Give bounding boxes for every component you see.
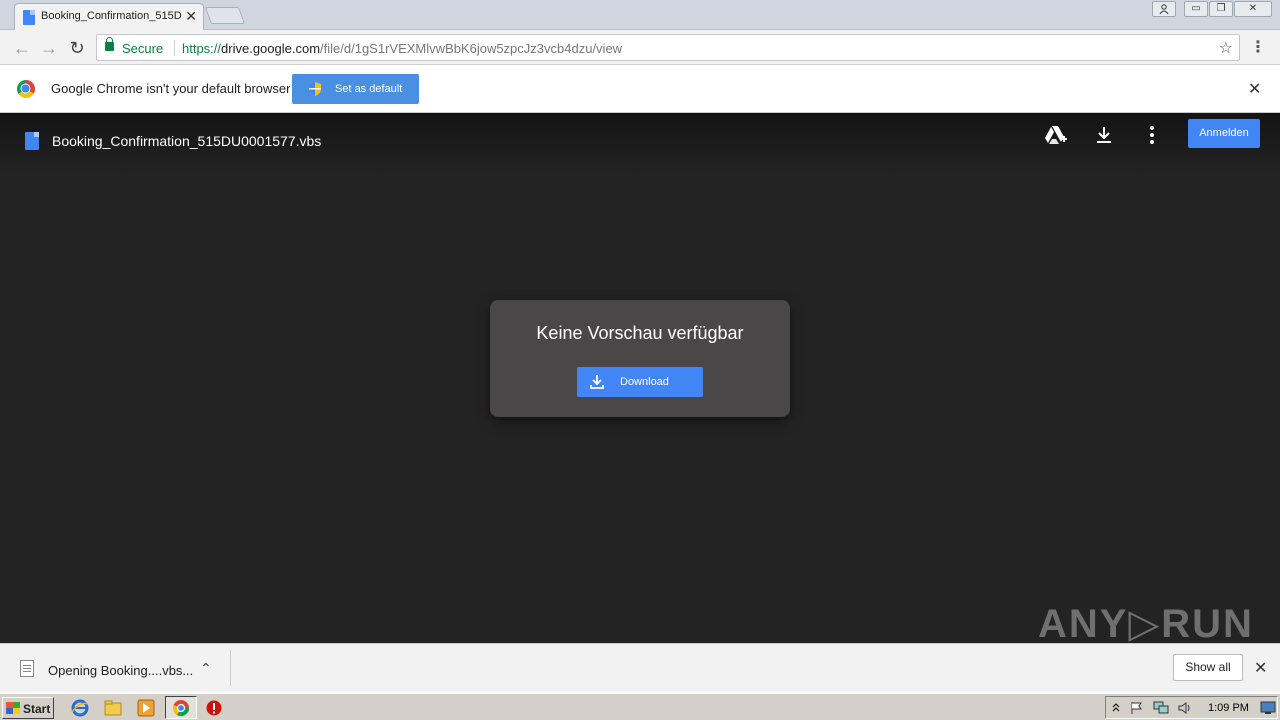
infobar-message: Google Chrome isn't your default browser [51, 81, 291, 96]
internet-explorer-icon[interactable] [71, 699, 89, 717]
sign-in-button[interactable]: Anmelden [1188, 119, 1260, 148]
taskbar-clock[interactable]: 1:09 PM [1208, 702, 1249, 714]
profile-icon[interactable] [1152, 1, 1176, 17]
browser-toolbar: ← → ↻ Secure https://drive.google.com/fi… [0, 30, 1280, 65]
stop-warning-icon[interactable] [205, 699, 223, 717]
minimize-button[interactable]: ▭ [1184, 1, 1208, 17]
forward-button[interactable]: → [38, 37, 60, 59]
new-tab-button[interactable] [204, 7, 246, 24]
show-hidden-icons-icon[interactable] [1112, 702, 1120, 714]
reload-button[interactable]: ↻ [66, 37, 88, 59]
download-button[interactable]: Download [577, 367, 703, 397]
file-icon [25, 132, 39, 150]
download-shelf: Opening Booking....vbs... ⌃ Show all ✕ [0, 643, 1280, 692]
tab-strip: Booking_Confirmation_515D ✕ ▭ ❐ ✕ [0, 0, 1280, 30]
infobar-close-icon[interactable]: ✕ [1248, 79, 1261, 99]
shelf-divider [230, 650, 231, 686]
shelf-close-icon[interactable]: ✕ [1254, 658, 1267, 678]
url-text[interactable]: https://drive.google.com/file/d/1gS1rVEX… [182, 41, 622, 56]
address-bar[interactable]: Secure https://drive.google.com/file/d/1… [96, 34, 1240, 61]
omnibox-divider [174, 40, 175, 56]
viewer-header: Booking_Confirmation_515DU0001577.vbs An… [0, 113, 1280, 173]
download-item-status[interactable]: Opening Booking....vbs... [48, 663, 193, 678]
system-tray: 1:09 PM [1105, 696, 1278, 719]
more-options-icon[interactable] [1140, 123, 1164, 147]
url-scheme: https:// [182, 41, 222, 56]
volume-icon[interactable] [1177, 701, 1193, 715]
tab-active[interactable]: Booking_Confirmation_515D ✕ [14, 3, 204, 30]
security-label[interactable]: Secure [122, 41, 163, 56]
set-as-default-button[interactable]: Set as default [292, 74, 419, 104]
tab-close-icon[interactable]: ✕ [185, 8, 197, 25]
add-to-drive-icon[interactable] [1044, 123, 1068, 147]
file-name: Booking_Confirmation_515DU0001577.vbs [52, 133, 322, 149]
download-icon[interactable] [1092, 123, 1116, 147]
lock-icon [105, 37, 114, 51]
chrome-logo-icon [17, 80, 35, 98]
no-preview-message: Keine Vorschau verfügbar [536, 323, 744, 343]
windows-flag-icon [6, 702, 20, 714]
url-path: /file/d/1gS1rVEXMlvwBbK6jow5zpcJz3vcb4dz… [320, 41, 623, 56]
default-browser-infobar: Google Chrome isn't your default browser… [0, 65, 1280, 113]
download-arrow-icon [590, 375, 604, 389]
taskbar-chrome-button[interactable] [165, 696, 197, 719]
bookmark-star-icon[interactable]: ☆ [1219, 38, 1233, 58]
show-all-button[interactable]: Show all [1173, 654, 1243, 681]
google-docs-file-icon [23, 10, 35, 25]
start-button[interactable]: Start [2, 697, 54, 719]
uac-shield-icon [309, 82, 321, 96]
network-icon[interactable] [1153, 701, 1169, 715]
file-explorer-icon[interactable] [104, 699, 122, 717]
download-label: Download [620, 376, 669, 388]
chevron-up-icon[interactable]: ⌃ [200, 660, 212, 677]
drive-file-viewer: Booking_Confirmation_515DU0001577.vbs An… [0, 113, 1280, 646]
no-preview-card: Keine Vorschau verfügbar Download [490, 300, 790, 417]
media-player-icon[interactable] [137, 699, 155, 717]
chrome-menu-icon[interactable]: ⋮ [1250, 38, 1266, 58]
url-host: drive.google.com [221, 41, 321, 56]
restore-button[interactable]: ❐ [1209, 1, 1233, 17]
close-window-button[interactable]: ✕ [1234, 1, 1272, 17]
back-button[interactable]: ← [11, 37, 33, 59]
action-center-flag-icon[interactable] [1130, 701, 1144, 715]
show-desktop-icon[interactable] [1260, 701, 1276, 715]
chrome-taskbar-icon [172, 700, 190, 717]
set-as-default-label: Set as default [335, 83, 403, 95]
script-file-icon [20, 660, 34, 677]
windows-taskbar: Start 1:09 PM [0, 693, 1280, 720]
tab-title: Booking_Confirmation_515D [41, 10, 182, 22]
anyrun-watermark: ANY▷RUN [1038, 602, 1254, 646]
start-label: Start [23, 702, 51, 716]
